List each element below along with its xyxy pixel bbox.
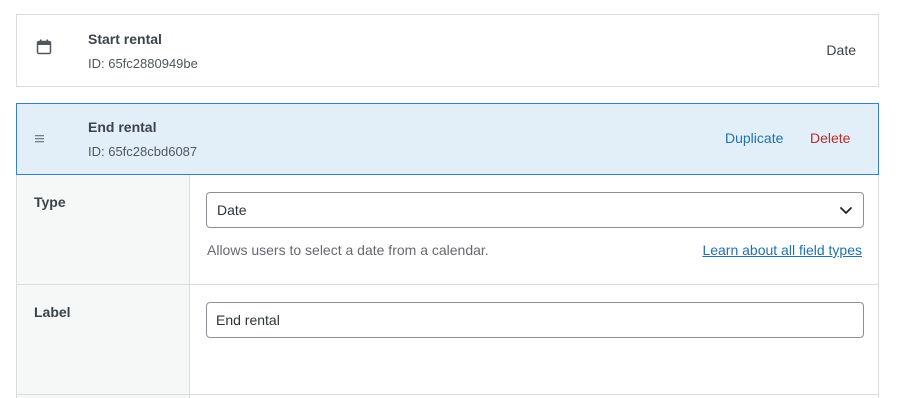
field-type-select-value: Date — [217, 202, 247, 218]
type-setting-label: Type — [34, 194, 66, 210]
settings-divider — [17, 394, 878, 395]
field-settings: Type Date Allows users to select a date … — [16, 175, 879, 398]
field-row-end-rental[interactable]: End rental ID: 65fc28cbd6087 Duplicate D… — [16, 103, 879, 175]
calendar-icon — [36, 39, 52, 55]
field-id: ID: 65fc28cbd6087 — [88, 144, 198, 159]
field-type-help-text: Allows users to select a date from a cal… — [207, 242, 489, 258]
drag-handle-icon[interactable] — [34, 131, 50, 147]
field-title[interactable]: Start rental — [88, 31, 162, 47]
label-setting-label: Label — [34, 304, 71, 320]
field-id: ID: 65fc2880949be — [88, 56, 198, 71]
field-editor: Start rental ID: 65fc2880949be Date End … — [0, 0, 901, 398]
settings-divider — [17, 284, 878, 285]
duplicate-link[interactable]: Duplicate — [725, 130, 783, 146]
delete-link[interactable]: Delete — [810, 130, 850, 146]
field-row-start-rental[interactable]: Start rental ID: 65fc2880949be Date — [16, 14, 879, 87]
field-type-select[interactable]: Date — [206, 192, 864, 228]
field-types-link[interactable]: Learn about all field types — [702, 242, 862, 258]
field-label-input[interactable] — [206, 302, 864, 338]
field-title[interactable]: End rental — [88, 119, 156, 135]
field-type: Date — [826, 42, 856, 58]
chevron-down-icon — [838, 202, 854, 218]
